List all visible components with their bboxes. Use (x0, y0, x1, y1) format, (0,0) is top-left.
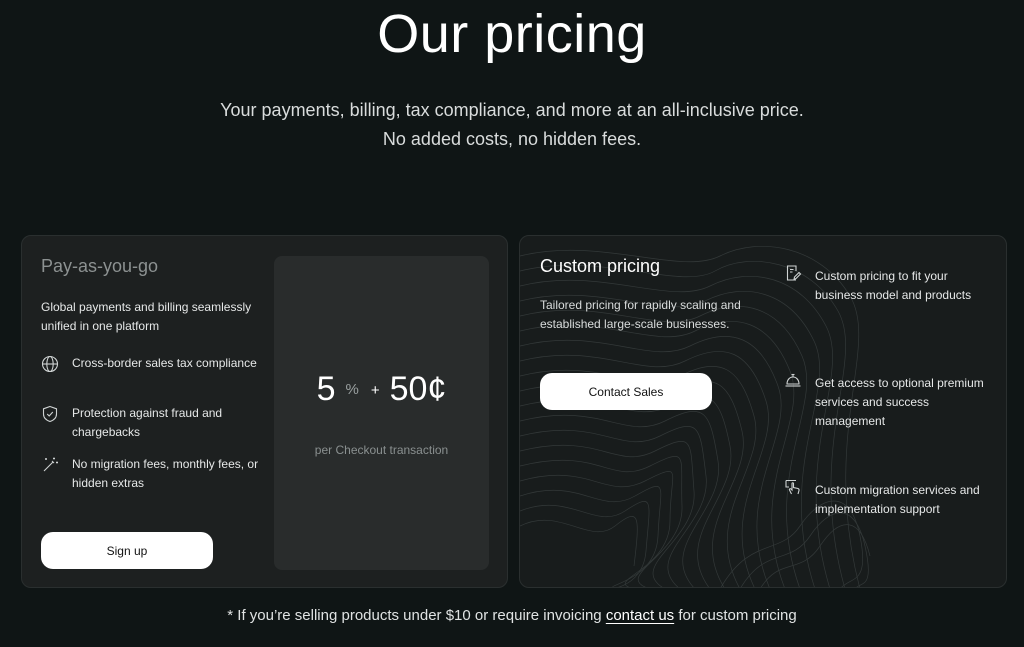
price-fixed-fee: 50¢ (389, 370, 447, 408)
custom-feature-item: Custom pricing to fit your business mode… (784, 265, 989, 305)
price-percent-symbol: % (345, 381, 359, 398)
plan-description: Global payments and billing seamlessly u… (41, 300, 252, 333)
subtitle-line-2: No added costs, no hidden fees. (382, 129, 642, 149)
plan-name: Pay-as-you-go (41, 256, 159, 276)
subtitle-line-1: Your payments, billing, tax compliance, … (220, 100, 804, 120)
feature-item: Protection against fraud and chargebacks (41, 404, 271, 442)
feature-text: Protection against fraud and chargebacks (72, 406, 223, 439)
footnote: * If you’re selling products under $10 o… (0, 607, 1024, 624)
sign-up-button[interactable]: Sign up (41, 532, 213, 569)
custom-plan-description: Tailored pricing for rapidly scaling and… (540, 298, 741, 331)
footnote-suffix: for custom pricing (674, 607, 797, 624)
globe-icon (41, 355, 59, 373)
price-percent-value: 5 (316, 370, 336, 408)
price-row: 5% +50¢ (274, 370, 489, 409)
footnote-prefix: * If you’re selling products under $10 o… (227, 607, 606, 624)
feature-text: No migration fees, monthly fees, or hidd… (72, 457, 259, 490)
price-note: per Checkout transaction (314, 443, 449, 457)
feature-item: Cross-border sales tax compliance (41, 354, 271, 373)
feature-item: No migration fees, monthly fees, or hidd… (41, 455, 271, 493)
price-plus: + (370, 382, 380, 399)
custom-feature-text: Custom migration services and implementa… (815, 483, 980, 516)
shield-icon (42, 405, 58, 423)
contact-sales-button[interactable]: Contact Sales (540, 373, 712, 410)
page-title: Our pricing (377, 4, 647, 64)
document-edit-icon (786, 265, 802, 281)
custom-feature-text: Get access to optional premium services … (815, 376, 984, 428)
service-bell-icon (785, 373, 801, 387)
custom-plan-name: Custom pricing (540, 256, 661, 276)
pay-as-you-go-card: Pay-as-you-go Global payments and billin… (21, 235, 508, 588)
custom-pricing-card: Custom pricing Tailored pricing for rapi… (519, 235, 1007, 588)
custom-feature-text: Custom pricing to fit your business mode… (815, 269, 972, 302)
feature-text: Cross-border sales tax compliance (72, 356, 257, 370)
price-panel: 5% +50¢ per Checkout transaction (274, 256, 489, 570)
hand-pointer-icon (785, 479, 800, 495)
contact-us-link[interactable]: contact us (606, 607, 674, 624)
magic-wand-icon (43, 457, 58, 472)
custom-feature-item: Get access to optional premium services … (784, 373, 989, 431)
custom-feature-item: Custom migration services and implementa… (784, 479, 989, 519)
page-subtitle: Your payments, billing, tax compliance, … (0, 96, 1024, 154)
